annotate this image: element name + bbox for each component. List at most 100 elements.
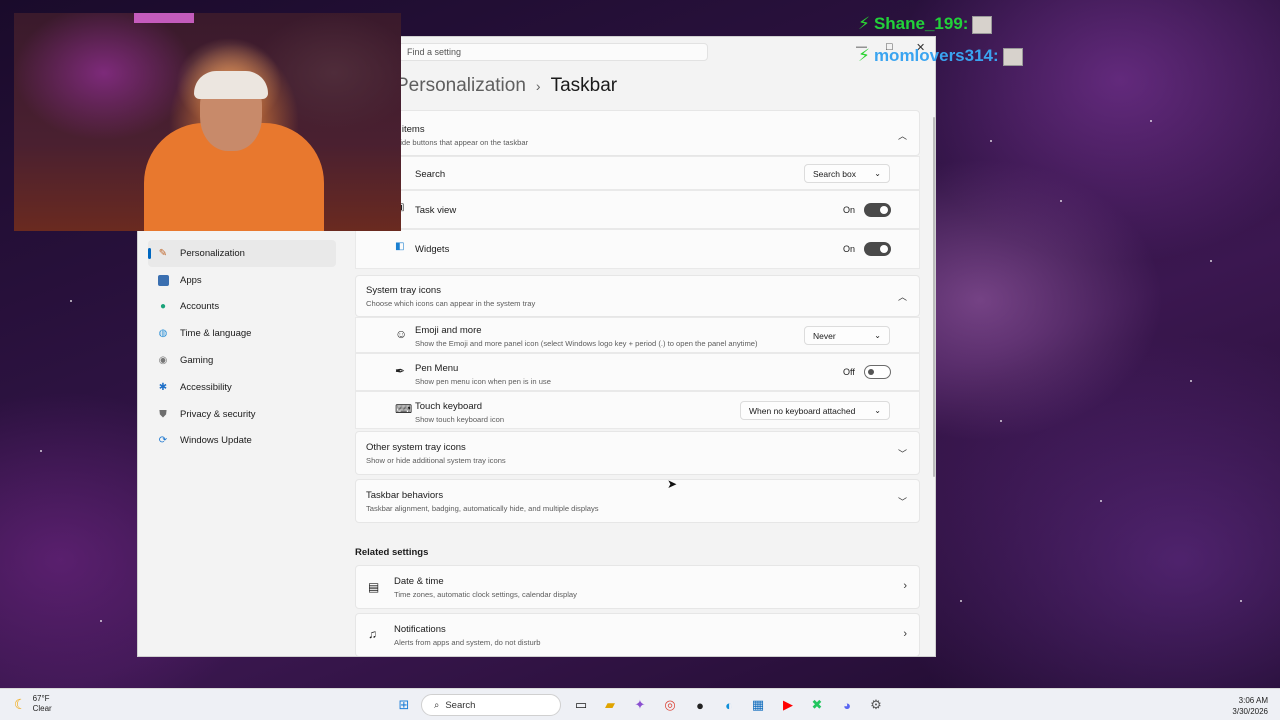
taskbar-behaviors-header[interactable]: Taskbar behaviors Taskbar alignment, bad… [355, 479, 920, 523]
calendar-clock-icon: ▤ [368, 580, 380, 594]
emoji-visibility-dropdown[interactable]: Never ⌄ [804, 326, 890, 345]
brush-icon: ✎ [158, 247, 168, 259]
sidebar-item-accounts[interactable]: ● Accounts [148, 294, 336, 321]
taskview-icon[interactable]: ▭ [571, 695, 591, 715]
sidebar-item-accessibility[interactable]: ✱ Accessibility [148, 374, 336, 401]
toggle-state-label: On [843, 205, 856, 215]
find-setting-input[interactable]: Find a setting [398, 43, 708, 61]
shield-icon: ⛊ [159, 408, 167, 420]
notifications-subtitle: Alerts from apps and system, do not dist… [394, 638, 541, 647]
app-x-icon[interactable]: ✖ [807, 695, 827, 715]
chat-badge-icon: ⚡ [858, 14, 870, 33]
mouse-cursor-icon: ➤ [667, 477, 678, 491]
system-tray-header[interactable]: System tray icons Choose which icons can… [355, 275, 920, 317]
start-icon[interactable]: ⊞ [394, 695, 414, 715]
update-icon: ⟳ [158, 435, 168, 447]
dropdown-value: Search box [813, 169, 856, 179]
pen-icon: ✒ [395, 364, 406, 378]
globe-icon: ◍ [158, 328, 168, 340]
widgets-row-label: Widgets [415, 244, 450, 255]
chevron-up-icon[interactable]: ︿ [898, 129, 907, 142]
emoji-icon: ☺ [395, 327, 408, 341]
system-clock[interactable]: 3:06 AM 3/30/2026 [1232, 695, 1268, 717]
sidebar-item-label: Apps [180, 274, 202, 286]
sidebar-nav: ✎ Personalization Apps ● Accounts ◍ Time… [148, 240, 336, 454]
chevron-down-icon[interactable]: ﹀ [898, 447, 907, 460]
webcam-overlay [14, 13, 401, 231]
sidebar-item-personalization[interactable]: ✎ Personalization [148, 240, 336, 267]
github-icon[interactable]: ● [690, 695, 710, 715]
widgets-row: ◧ Widgets On [355, 229, 920, 269]
pen-menu-row: ✒ Pen Menu Show pen menu icon when pen i… [355, 353, 920, 391]
notifications-link[interactable]: ♫ Notifications Alerts from apps and sys… [355, 613, 920, 656]
chat-username: Shane_199: [873, 14, 969, 33]
os-taskbar: ☾ 67°F Clear ⊞ ⌕ Search ▭ ▰ ✦ ◎ ● ◐ ▦ ▶ ✖… [0, 688, 1280, 720]
other-tray-icons-header[interactable]: Other system tray icons Show or hide add… [355, 431, 920, 475]
clock-date: 3/30/2026 [1232, 707, 1268, 716]
webcam-person-cap [194, 71, 268, 99]
search-mode-dropdown[interactable]: Search box ⌄ [804, 164, 890, 183]
emoji-row-label: Emoji and more [415, 325, 482, 336]
chat-badge-icon: ⚡ [858, 46, 870, 65]
settings-gear-icon[interactable]: ⚙ [866, 695, 886, 715]
breadcrumb: Personalization › Taskbar [396, 75, 617, 97]
sidebar-item-label: Privacy & security [180, 408, 256, 420]
file-explorer-icon[interactable]: ▰ [600, 695, 620, 715]
sidebar-item-label: Personalization [180, 247, 245, 259]
notifications-title: Notifications [394, 624, 446, 635]
chevron-up-icon[interactable]: ︿ [898, 290, 907, 303]
pen-row-label: Pen Menu [415, 363, 459, 374]
widgets-icon: ◧ [395, 241, 405, 252]
dropdown-value: When no keyboard attached [749, 406, 856, 416]
pen-menu-toggle[interactable] [864, 365, 891, 379]
toggle-state-label: Off [843, 367, 855, 377]
related-settings-heading: Related settings [355, 547, 429, 558]
chevron-down-icon[interactable]: ﹀ [898, 495, 907, 508]
gamepad-icon: ◉ [158, 355, 168, 367]
weather-widget[interactable]: ☾ 67°F Clear [14, 694, 52, 714]
copilot-icon[interactable]: ✦ [630, 695, 650, 715]
bell-icon: ♫ [368, 627, 377, 641]
date-time-title: Date & time [394, 576, 444, 587]
sidebar-item-windows-update[interactable]: ⟳ Windows Update [148, 428, 336, 455]
toggle-state-label: On [843, 244, 856, 254]
behaviors-title: Taskbar behaviors [366, 490, 444, 501]
date-time-link[interactable]: ▤ Date & time Time zones, automatic cloc… [355, 565, 920, 609]
taskbar-search[interactable]: ⌕ Search [421, 694, 561, 716]
taskbar-items-header[interactable]: Taskbar items Show or hide buttons that … [355, 110, 920, 156]
other-tray-title: Other system tray icons [366, 442, 466, 453]
taskview-row: ▣ Task view On [355, 190, 920, 229]
scrollbar[interactable] [933, 117, 935, 477]
sidebar-item-time-language[interactable]: ◍ Time & language [148, 320, 336, 347]
chrome-icon[interactable]: ◎ [660, 695, 680, 715]
emoji-row-subtitle: Show the Emoji and more panel icon (sele… [415, 339, 758, 348]
accessibility-icon: ✱ [158, 381, 168, 393]
widgets-toggle[interactable] [864, 242, 891, 256]
taskview-row-label: Task view [415, 205, 457, 216]
discord-icon[interactable]: ◕ [837, 695, 857, 715]
breadcrumb-parent[interactable]: Personalization [396, 75, 526, 96]
edge-icon[interactable]: ◐ [719, 695, 739, 715]
behaviors-subtitle: Taskbar alignment, badging, automaticall… [366, 504, 599, 513]
weather-condition: Clear [32, 704, 52, 713]
chat-message: ⚡ momlovers314: [858, 46, 1023, 66]
taskview-toggle[interactable] [864, 203, 891, 217]
other-tray-subtitle: Show or hide additional system tray icon… [366, 456, 506, 465]
sidebar-item-gaming[interactable]: ◉ Gaming [148, 347, 336, 374]
system-tray-subtitle: Choose which icons can appear in the sys… [366, 299, 536, 308]
chevron-right-icon: › [903, 628, 907, 640]
system-tray-title: System tray icons [366, 285, 441, 296]
sidebar-item-apps[interactable]: Apps [148, 267, 336, 294]
youtube-icon[interactable]: ▶ [778, 695, 798, 715]
store-icon[interactable]: ▦ [748, 695, 768, 715]
chevron-down-icon: ⌄ [874, 406, 881, 415]
chevron-down-icon: ⌄ [874, 169, 881, 178]
chat-emote [972, 15, 993, 34]
sidebar-item-label: Time & language [180, 328, 252, 340]
clock-time: 3:06 AM [1238, 696, 1268, 705]
sidebar-item-label: Windows Update [180, 435, 252, 447]
person-icon: ● [159, 301, 167, 313]
touch-keyboard-dropdown[interactable]: When no keyboard attached ⌄ [740, 401, 890, 420]
sidebar-item-label: Accounts [180, 301, 220, 313]
sidebar-item-privacy[interactable]: ⛊ Privacy & security [148, 401, 336, 428]
